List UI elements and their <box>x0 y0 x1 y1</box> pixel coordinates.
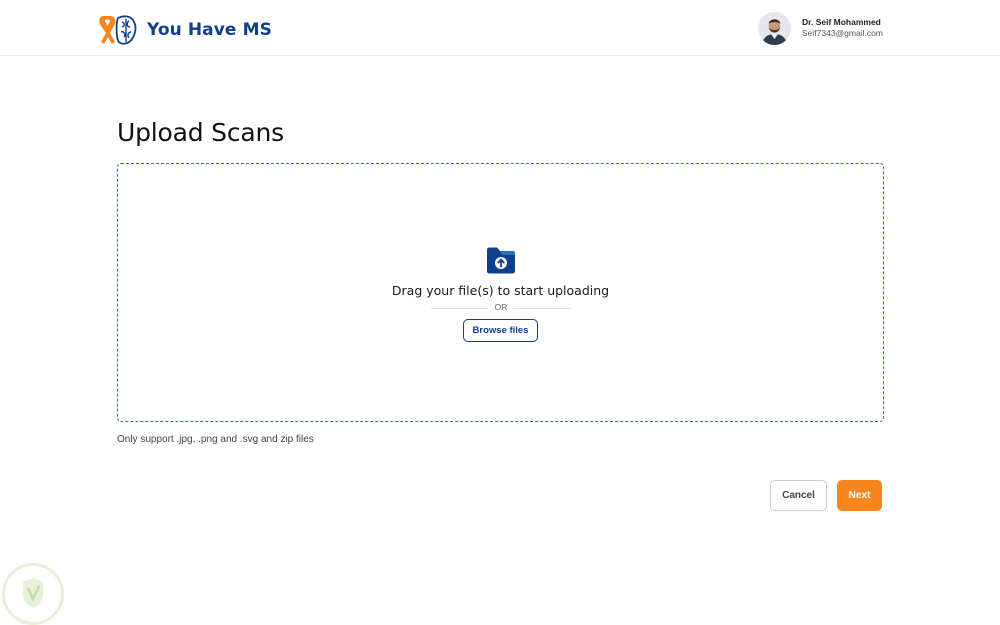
user-profile[interactable]: Dr. Seif Mohammed Seif7343@gmail.com <box>758 11 883 45</box>
supported-formats-note: Only support .jpg, .png and .svg and zip… <box>117 434 314 445</box>
next-button[interactable]: Next <box>837 480 882 511</box>
cancel-button[interactable]: Cancel <box>770 480 827 511</box>
page-title: Upload Scans <box>117 118 284 147</box>
app-logo[interactable]: You Have MS <box>95 13 272 47</box>
user-avatar[interactable] <box>758 11 791 45</box>
folder-upload-icon <box>485 244 517 276</box>
user-email: Seif7343@gmail.com <box>802 28 883 38</box>
ribbon-brain-icon <box>95 13 137 47</box>
user-info: Dr. Seif Mohammed Seif7343@gmail.com <box>802 17 883 38</box>
app-name: You Have MS <box>147 20 272 40</box>
browse-files-button[interactable]: Browse files <box>463 319 538 342</box>
or-separator: OR <box>431 302 571 314</box>
file-dropzone[interactable]: Drag your file(s) to start uploading OR … <box>117 163 884 422</box>
drag-instruction: Drag your file(s) to start uploading <box>391 283 610 298</box>
watermark-logo <box>2 563 64 625</box>
top-header: You Have MS Dr. Seif Mohammed Seif7343@g… <box>0 0 1000 56</box>
or-label: OR <box>488 302 514 312</box>
user-name: Dr. Seif Mohammed <box>802 17 881 28</box>
